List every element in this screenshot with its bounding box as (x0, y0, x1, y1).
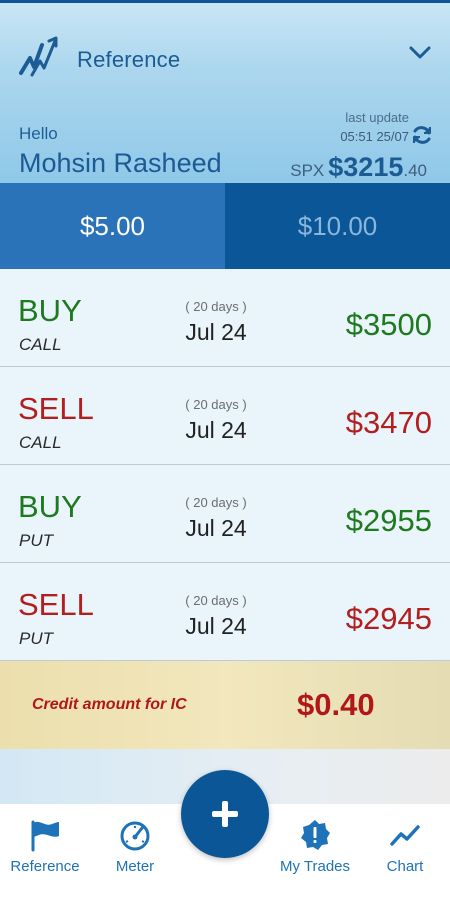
days-to-expiry: ( 20 days ) (185, 593, 247, 608)
speedometer-icon (120, 821, 150, 851)
tab-10-00[interactable]: $10.00 (225, 183, 450, 269)
add-trade-button[interactable] (181, 770, 269, 858)
index-price: SPX $3215.40 (290, 152, 427, 183)
nav-item-meter[interactable]: Meter (90, 818, 180, 875)
index-price-decimal: .40 (403, 161, 427, 180)
index-price-main: $3215 (328, 152, 404, 182)
nav-item-my-trades[interactable]: My Trades (270, 818, 360, 875)
nav-label: My Trades (279, 858, 351, 875)
flag-icon (31, 820, 59, 852)
trade-row[interactable]: BUY PUT ( 20 days ) Jul 24 $2955 (0, 465, 450, 563)
days-to-expiry: ( 20 days ) (185, 495, 247, 510)
greeting-label: Hello (19, 124, 58, 143)
index-symbol: SPX (290, 161, 325, 180)
option-type: CALL (19, 433, 62, 452)
trade-list: BUY CALL ( 20 days ) Jul 24 $3500 SELL C… (0, 269, 450, 661)
trade-row[interactable]: BUY CALL ( 20 days ) Jul 24 $3500 (0, 269, 450, 367)
strike-price: $2955 (345, 503, 432, 538)
strike-price: $3500 (345, 307, 432, 342)
user-name: Mohsin Rasheed (19, 148, 222, 178)
chevron-down-icon[interactable] (408, 45, 432, 61)
strike-price: $2945 (345, 601, 432, 636)
app-header: Reference Hello Mohsin Rasheed last upda… (0, 3, 450, 183)
refresh-icon[interactable] (411, 124, 433, 146)
trade-row[interactable]: SELL PUT ( 20 days ) Jul 24 $2945 (0, 563, 450, 661)
trade-action: BUY (18, 489, 82, 524)
credit-label: Credit amount for IC (32, 696, 187, 713)
expiry-date: Jul 24 (185, 417, 247, 443)
credit-summary: Credit amount for IC $0.40 (0, 661, 450, 749)
badge-alert-icon (301, 820, 330, 850)
credit-value: $0.40 (297, 687, 375, 722)
app-logo-icon (19, 36, 58, 77)
last-update-label: last update (345, 110, 409, 125)
option-type: PUT (19, 629, 53, 648)
credit-width-tabs: $5.00 $10.00 (0, 183, 450, 269)
trade-row[interactable]: SELL CALL ( 20 days ) Jul 24 $3470 (0, 367, 450, 465)
page-title[interactable]: Reference (77, 47, 180, 73)
trade-action: BUY (18, 293, 82, 328)
nav-item-chart[interactable]: Chart (360, 818, 450, 875)
nav-item-reference[interactable]: Reference (0, 818, 90, 875)
nav-label: Meter (115, 858, 155, 875)
line-chart-icon (390, 825, 420, 846)
days-to-expiry: ( 20 days ) (185, 299, 247, 314)
option-type: CALL (19, 335, 62, 354)
tab-5-00[interactable]: $5.00 (0, 183, 225, 269)
plus-icon (212, 801, 238, 827)
trade-action: SELL (18, 391, 94, 426)
expiry-date: Jul 24 (185, 613, 247, 639)
expiry-date: Jul 24 (185, 319, 247, 345)
nav-label: Chart (386, 858, 424, 875)
strike-price: $3470 (345, 405, 432, 440)
nav-label: Reference (10, 858, 80, 875)
days-to-expiry: ( 20 days ) (185, 397, 247, 412)
trade-action: SELL (18, 587, 94, 622)
last-update-time: 05:51 25/07 (340, 129, 409, 144)
option-type: PUT (19, 531, 53, 550)
expiry-date: Jul 24 (185, 515, 247, 541)
